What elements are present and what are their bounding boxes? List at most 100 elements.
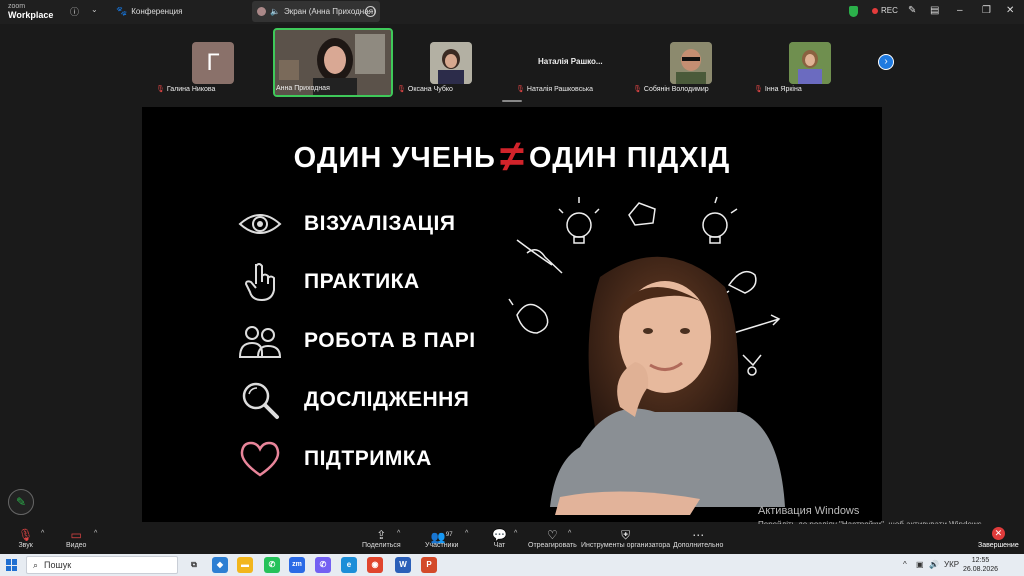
participant-name: 🎙 Наталія Рашковська: [516, 85, 593, 94]
participant-tile-name[interactable]: Наталія Рашко...: [538, 57, 603, 66]
screen-share-label: Экран (Анна Приходная): [283, 7, 376, 16]
participant-name-text: Анна Приходная: [276, 85, 330, 92]
participant-name: Анна Приходная: [276, 85, 330, 92]
participants-button[interactable]: 👥97 Участники: [425, 528, 458, 549]
tray-chevron-icon[interactable]: ^: [903, 560, 907, 569]
meeting-toolbar: 🎙 Звук ^ ▭ Видео ^ ⇪ Поделиться ^ 👥97 Уч…: [0, 524, 1024, 554]
tools-icon[interactable]: ✎: [908, 5, 916, 16]
mic-off-icon: 🎙: [633, 86, 642, 93]
participant-photo: [670, 42, 712, 84]
next-page-button[interactable]: ›: [878, 54, 894, 70]
mic-off-icon: 🎙: [754, 86, 763, 93]
participant-name-text: Наталія Рашковська: [526, 85, 593, 93]
close-icon: ✕: [991, 527, 1005, 540]
pointer-hand-icon: [238, 260, 282, 304]
restore-icon[interactable]: ❐: [982, 5, 991, 16]
item-label: ВІЗУАЛІЗАЦІЯ: [304, 212, 456, 235]
record-indicator[interactable]: REC: [872, 6, 898, 15]
word-icon[interactable]: W: [395, 557, 411, 573]
powerpoint-icon[interactable]: P: [421, 557, 437, 573]
paw-icon: 🐾: [116, 6, 128, 16]
watermark-title: Активация Windows: [758, 505, 860, 517]
chat-button[interactable]: 💬 Чат: [492, 528, 507, 549]
participant-display-name: Наталія Рашко...: [538, 57, 603, 66]
zoom-logo: zoom Workplace: [8, 3, 54, 20]
windows-start-icon[interactable]: [6, 559, 18, 571]
annotate-button[interactable]: ✎: [8, 489, 34, 515]
search-icon: ⌕: [33, 559, 39, 570]
participant-name-text: Оксана Чубко: [407, 85, 453, 93]
conference-label: Конференция: [131, 7, 183, 16]
more-button[interactable]: ⋯ Дополнительно: [673, 528, 723, 549]
chevron-down-icon[interactable]: ⌄: [91, 5, 98, 14]
app-icon[interactable]: ◆: [212, 557, 228, 573]
react-options-caret[interactable]: ^: [568, 530, 571, 537]
windows-taskbar: ⌕ Пошук ⧉ ◆ ▬ ✆ zm ✆ e ◉ W P ^ ▣ 🔊 УКР 1…: [0, 554, 1024, 576]
participant-tile[interactable]: [430, 42, 472, 84]
participant-tile[interactable]: [670, 42, 712, 84]
language-indicator[interactable]: УКР: [944, 560, 959, 569]
taskbar-search[interactable]: ⌕ Пошук: [26, 556, 178, 574]
share-button[interactable]: ⇪ Поделиться: [362, 528, 401, 549]
share-options-caret[interactable]: ^: [397, 530, 400, 537]
conference-tab[interactable]: 🐾 Конференция: [116, 6, 182, 17]
record-dot-icon: [872, 7, 878, 14]
video-button[interactable]: ▭ Видео: [66, 528, 86, 549]
minimize-icon[interactable]: –: [957, 5, 963, 16]
logo-line2: Workplace: [8, 10, 54, 20]
viber-icon[interactable]: ✆: [315, 557, 331, 573]
end-meeting-button[interactable]: ✕ Завершение: [978, 527, 1019, 549]
participant-strip: Г 🎙 Галина Никова Анна Приходная 🎙 Оксана …: [0, 24, 1024, 107]
mic-off-icon: 🎙: [397, 86, 406, 93]
shield-icon[interactable]: [849, 6, 858, 17]
participant-name-text: Галина Никова: [166, 85, 216, 93]
slide-item: ПІДТРИМКА: [238, 437, 431, 481]
item-label: ПІДТРИМКА: [304, 447, 432, 470]
chat-icon: 💬: [492, 528, 507, 542]
audio-options-caret[interactable]: ^: [41, 530, 44, 537]
file-explorer-icon[interactable]: ▬: [237, 557, 253, 573]
network-icon[interactable]: ▣: [916, 560, 924, 569]
mic-off-icon: 🎙: [18, 528, 34, 542]
eye-icon: [238, 202, 282, 246]
slide-item: ВІЗУАЛІЗАЦІЯ: [238, 202, 455, 246]
slide-item: ПРАКТИКА: [238, 260, 419, 304]
view-icon[interactable]: ▤: [930, 5, 939, 16]
clock-date: 26.08.2026: [963, 566, 999, 573]
audio-button[interactable]: 🎙 Звук: [18, 528, 33, 549]
camera-off-icon: ▭: [70, 528, 82, 542]
participants-options-caret[interactable]: ^: [465, 530, 468, 537]
chat-options-caret[interactable]: ^: [514, 530, 517, 537]
participant-tile[interactable]: [789, 42, 831, 84]
participant-name-text: Собянін Володимир: [643, 85, 709, 93]
clock-time: 12:55: [971, 557, 990, 564]
task-view-icon[interactable]: ⧉: [186, 557, 202, 573]
info-icon[interactable]: ⓘ: [70, 5, 79, 18]
edge-icon[interactable]: e: [341, 557, 357, 573]
participant-name: 🎙 Інна Яркіна: [754, 85, 802, 94]
chrome-icon[interactable]: ◉: [367, 557, 383, 573]
pencil-icon: ✎: [15, 495, 27, 509]
chat-label: Чат: [493, 542, 506, 549]
screen-share-tab[interactable]: 🔈 Экран (Анна Приходная) …: [252, 1, 380, 22]
item-label: ПРАКТИКА: [304, 270, 420, 293]
volume-icon[interactable]: 🔊: [929, 560, 939, 569]
host-tools-label: Инструменты организатора: [581, 542, 671, 549]
react-label: Отреагировать: [528, 542, 577, 549]
share-label: Поделиться: [362, 542, 401, 549]
taskbar-clock[interactable]: 12:55 26.08.2026: [963, 556, 998, 574]
participant-name: 🎙 Галина Никова: [156, 85, 216, 94]
shared-screen-slide: ОДИН УЧЕНЬ≠ ОДИН ПІДХІД ВІЗУАЛІЗАЦІЯ ПРАК…: [142, 107, 882, 522]
zoom-icon[interactable]: zm: [289, 557, 305, 573]
strip-scroll-indicator[interactable]: [502, 100, 522, 102]
heart-icon: [238, 437, 282, 481]
participant-tile[interactable]: Г: [192, 42, 234, 84]
zoom-window: zoom Workplace ⓘ ⌄ 🐾 Конференция 🔈 Экран…: [0, 0, 1024, 576]
more-icon[interactable]: …: [365, 6, 376, 17]
title-left: ОДИН УЧЕНЬ: [293, 142, 496, 174]
host-tools-button[interactable]: ⛨ Инструменты организатора: [581, 528, 670, 549]
whatsapp-icon[interactable]: ✆: [264, 557, 280, 573]
close-icon[interactable]: ✕: [1006, 5, 1014, 16]
participant-name: 🎙 Оксана Чубко: [397, 85, 453, 94]
video-options-caret[interactable]: ^: [94, 530, 97, 537]
